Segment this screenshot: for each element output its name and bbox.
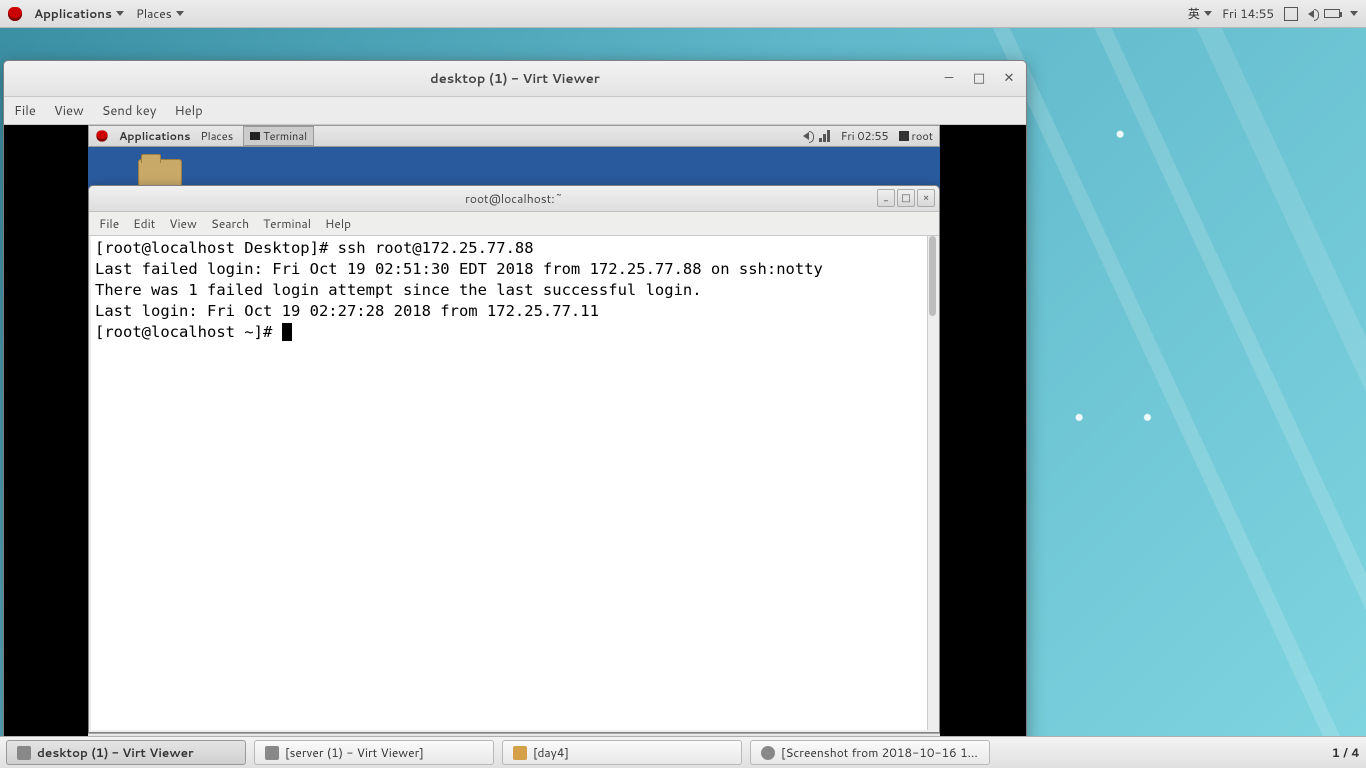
app-icon [265,746,279,760]
terminal-menubar: File Edit View Search Terminal Help [89,212,939,236]
term-menu-terminal[interactable]: Terminal [263,215,311,232]
virt-menu-sendkey[interactable]: Send key [102,102,157,120]
terminal-line: [root@localhost Desktop]# ssh root@172.2… [95,239,534,257]
chevron-down-icon [176,11,184,16]
app-icon [17,746,31,760]
terminal-scrollbar[interactable] [927,236,937,730]
chevron-down-icon [1204,11,1212,16]
volume-icon[interactable] [1308,10,1314,18]
guest-places-menu[interactable]: Places [200,128,233,144]
virt-titlebar[interactable]: desktop (1) - Virt Viewer — □ ✕ [4,61,1026,97]
guest-terminal-app-button[interactable]: Terminal [243,126,314,146]
network-icon[interactable] [819,130,831,142]
applications-label: Applications [34,5,112,22]
term-menu-file[interactable]: File [99,215,119,232]
maximize-button[interactable]: □ [968,67,990,89]
guest-clock[interactable]: Fri 02:55 [841,128,889,144]
guest-display: Applications Places Terminal Fri 02:55 r… [4,125,1026,736]
accessibility-icon[interactable] [1284,7,1298,21]
term-menu-help[interactable]: Help [325,215,351,232]
terminal-titlebar[interactable]: root@localhost:~ _ □ × [89,186,939,212]
places-label: Places [136,5,172,22]
volume-icon[interactable] [803,132,809,140]
term-menu-view[interactable]: View [169,215,197,232]
minimize-button[interactable]: _ [877,189,895,207]
chevron-down-icon[interactable] [1350,11,1358,16]
virt-window-title: desktop (1) - Virt Viewer [430,70,600,88]
terminal-window: root@localhost:~ _ □ × File Edit View Se… [88,185,940,733]
redhat-logo-icon [96,130,107,141]
guest-applications-menu[interactable]: Applications [119,128,190,144]
host-task-label: [day4] [533,744,569,761]
close-button[interactable]: ✕ [998,67,1020,89]
host-task-item[interactable]: [server (1) - Virt Viewer] [254,740,494,765]
host-taskbar: desktop (1) - Virt Viewer [server (1) - … [0,736,1366,768]
virt-viewer-window: desktop (1) - Virt Viewer — □ ✕ File Vie… [3,60,1027,736]
host-task-label: desktop (1) - Virt Viewer [37,744,194,761]
image-viewer-icon [761,746,775,760]
places-menu[interactable]: Places [136,5,184,22]
virt-menubar: File View Send key Help [4,97,1026,125]
virt-menu-file[interactable]: File [14,102,36,120]
host-workspace-indicator[interactable]: 1 / 4 [1332,744,1360,761]
redhat-logo-icon [8,7,22,21]
terminal-body[interactable]: [root@localhost Desktop]# ssh root@172.2… [91,236,937,730]
user-icon [899,131,909,141]
host-clock[interactable]: Fri 14:55 [1222,5,1274,22]
host-task-item[interactable]: [day4] [502,740,742,765]
maximize-button[interactable]: □ [897,189,915,207]
host-task-label: [Screenshot from 2018-10-16 1... [781,744,978,761]
applications-menu[interactable]: Applications [34,5,124,22]
workspace-label: 1 / 4 [1332,744,1360,761]
close-button[interactable]: × [917,189,935,207]
host-desktop: desktop (1) - Virt Viewer — □ ✕ File Vie… [0,28,1366,736]
minimize-button[interactable]: — [938,67,960,89]
term-menu-search[interactable]: Search [211,215,249,232]
host-task-label: [server (1) - Virt Viewer] [285,744,424,761]
battery-icon[interactable] [1324,9,1340,18]
host-task-item[interactable]: desktop (1) - Virt Viewer [6,740,246,765]
guest-user-menu[interactable]: root [899,128,933,144]
terminal-line: There was 1 failed login attempt since t… [95,281,702,299]
cursor-icon [282,323,292,341]
guest-user-label: root [912,128,933,144]
virt-menu-view[interactable]: View [54,102,84,120]
terminal-line: Last login: Fri Oct 19 02:27:28 2018 fro… [95,302,599,320]
terminal-prompt: [root@localhost ~]# [95,323,282,341]
guest-top-panel: Applications Places Terminal Fri 02:55 r… [88,125,940,147]
virt-menu-help[interactable]: Help [174,102,202,120]
terminal-line: Last failed login: Fri Oct 19 02:51:30 E… [95,260,823,278]
terminal-icon [250,132,260,140]
host-task-item[interactable]: [Screenshot from 2018-10-16 1... [750,740,990,765]
terminal-title: root@localhost:~ [465,190,563,207]
folder-icon [513,746,527,760]
scrollbar-thumb[interactable] [929,236,936,316]
guest-terminal-app-label: Terminal [263,128,307,144]
term-menu-edit[interactable]: Edit [133,215,155,232]
ime-indicator[interactable]: 英 [1188,5,1212,22]
host-top-panel: Applications Places 英 Fri 14:55 [0,0,1366,28]
chevron-down-icon [116,11,124,16]
ime-label: 英 [1188,5,1200,22]
